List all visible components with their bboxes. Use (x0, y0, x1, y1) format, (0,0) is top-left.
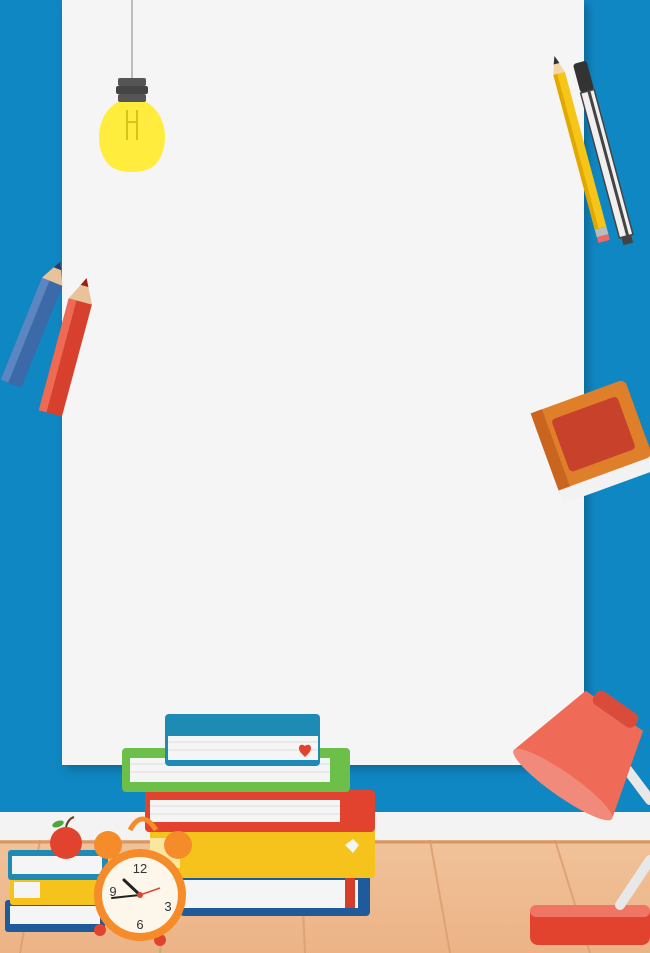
clock-number-12: 12 (133, 861, 147, 876)
scene-svg: 12 3 6 9 (0, 0, 650, 953)
school-background-scene: 12 3 6 9 (0, 0, 650, 953)
clock-number-6: 6 (136, 917, 143, 932)
clock-number-3: 3 (164, 899, 171, 914)
